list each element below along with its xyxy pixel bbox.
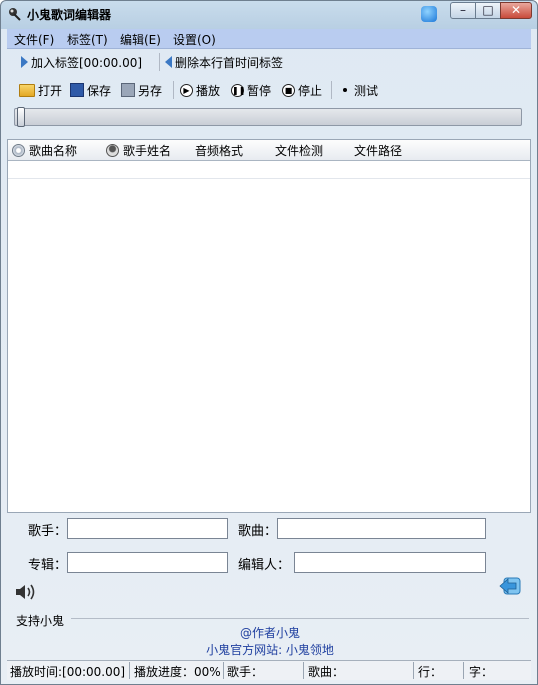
arrow-left-icon [165, 56, 172, 68]
pause-label: 暂停 [247, 83, 272, 98]
arrow-right-icon [21, 56, 28, 68]
title-bar[interactable]: 小鬼歌词编辑器 – □ ✕ [1, 1, 537, 28]
add-tag-label: 加入标签[00:00.00] [31, 55, 143, 70]
folder-icon [19, 83, 35, 97]
status-char: 字： [469, 665, 494, 679]
app-icon [9, 8, 21, 21]
column-label: 文件路径 [354, 144, 403, 158]
album-input[interactable] [67, 552, 228, 573]
open-button[interactable]: 打开 [19, 81, 62, 99]
test-button[interactable]: 测试 [339, 81, 378, 99]
maximize-icon: □ [482, 3, 494, 17]
website-link[interactable]: 小鬼官方网站: 小鬼领地 [1, 641, 537, 658]
status-separator [129, 662, 130, 679]
toolbar-separator [331, 81, 332, 99]
status-separator [463, 662, 464, 679]
status-separator [413, 662, 414, 679]
toolbar-separator [159, 53, 160, 71]
list-divider [8, 178, 530, 179]
person-icon [106, 144, 119, 157]
close-button[interactable]: ✕ [500, 2, 532, 19]
song-input[interactable] [277, 518, 486, 539]
add-tag-button[interactable]: 加入标签[00:00.00] [21, 53, 142, 71]
playback-slider[interactable] [14, 107, 522, 127]
group-divider [71, 618, 529, 619]
column-label: 文件检测 [275, 144, 324, 158]
skin-icon[interactable] [421, 6, 437, 22]
list-header: 歌曲名称 歌手姓名 音频格式 文件检测 文件路径 [8, 140, 530, 161]
status-line: 行： [418, 665, 443, 679]
status-singer: 歌手： [227, 665, 264, 679]
stop-label: 停止 [298, 83, 323, 98]
close-icon: ✕ [510, 3, 522, 17]
status-separator [303, 662, 304, 679]
minimize-icon: – [460, 3, 466, 17]
column-audio-format[interactable]: 音频格式 [195, 142, 243, 159]
open-label: 打开 [38, 83, 63, 98]
bullet-icon [343, 88, 347, 92]
song-label: 歌曲： [238, 524, 278, 539]
column-singer[interactable]: 歌手姓名 [106, 142, 171, 159]
column-label: 歌曲名称 [29, 144, 78, 158]
singer-label: 歌手： [28, 524, 68, 539]
play-label: 播放 [196, 83, 221, 98]
app-window: 小鬼歌词编辑器 – □ ✕ 文件(F) 标签(T) 编辑(E) 设置(O) 加入… [0, 0, 538, 685]
status-song: 歌曲： [308, 665, 345, 679]
tag-toolbar: 加入标签[00:00.00] 删除本行首时间标签 [7, 51, 531, 73]
floppy-icon [70, 83, 84, 97]
window-title: 小鬼歌词编辑器 [27, 8, 112, 22]
column-song-name[interactable]: 歌曲名称 [12, 142, 77, 159]
status-separator [223, 662, 224, 679]
slider-thumb[interactable] [17, 107, 25, 127]
test-label: 测试 [354, 83, 379, 98]
singer-input[interactable] [67, 518, 228, 539]
minimize-button[interactable]: – [450, 2, 476, 19]
column-label: 歌手姓名 [123, 144, 172, 158]
save-as-label: 另存 [138, 83, 163, 98]
editor-label: 编辑人： [238, 558, 291, 573]
column-file-check[interactable]: 文件检测 [275, 142, 323, 159]
status-play-time: 播放时间:[00:00.00] [10, 665, 126, 679]
speaker-icon[interactable] [14, 582, 40, 602]
menu-bar: 文件(F) 标签(T) 编辑(E) 设置(O) [7, 29, 531, 49]
toolbar-separator [173, 81, 174, 99]
menu-settings[interactable]: 设置(O) [173, 31, 216, 48]
file-toolbar: 打开 保存 另存 ▶ 播放 ❚❚ 暂停 ■ 停止 测试 [7, 79, 531, 101]
pause-icon: ❚❚ [231, 83, 246, 97]
column-file-path[interactable]: 文件路径 [354, 142, 402, 159]
stop-icon: ■ [282, 83, 295, 97]
disc-icon [12, 144, 25, 157]
column-label: 音频格式 [195, 144, 244, 158]
status-play-progress: 播放进度：00% [134, 665, 221, 679]
maximize-button[interactable]: □ [475, 2, 501, 19]
pause-button[interactable]: ❚❚ 暂停 [231, 81, 271, 99]
song-list[interactable]: 歌曲名称 歌手姓名 音频格式 文件检测 文件路径 [7, 139, 531, 513]
author-credit: @作者小鬼 [239, 626, 300, 640]
save-button[interactable]: 保存 [70, 81, 111, 99]
back-arrow-icon[interactable] [498, 574, 522, 598]
menu-file[interactable]: 文件(F) [14, 31, 54, 48]
play-button[interactable]: ▶ 播放 [180, 81, 220, 99]
status-bar: 播放时间:[00:00.00] 播放进度：00% 歌手： 歌曲： 行： 字： [7, 660, 531, 680]
delete-tag-button[interactable]: 删除本行首时间标签 [165, 53, 283, 71]
delete-tag-label: 删除本行首时间标签 [175, 55, 284, 70]
menu-edit[interactable]: 编辑(E) [120, 31, 161, 48]
album-label: 专辑： [28, 558, 68, 573]
editor-input[interactable] [294, 552, 486, 573]
play-icon: ▶ [180, 83, 193, 97]
menu-tag[interactable]: 标签(T) [67, 31, 108, 48]
stop-button[interactable]: ■ 停止 [282, 81, 322, 99]
save-label: 保存 [87, 83, 112, 98]
save-as-icon [121, 83, 135, 97]
save-as-button[interactable]: 另存 [121, 81, 162, 99]
